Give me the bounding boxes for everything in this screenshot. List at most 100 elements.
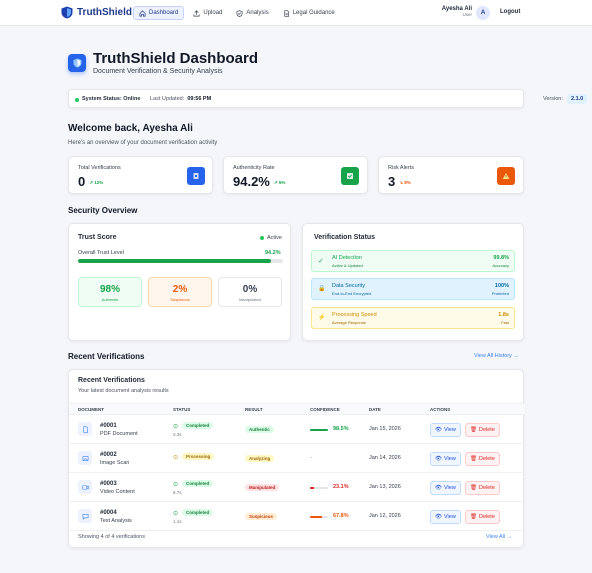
overall-trust-value: 94.2%	[265, 250, 281, 256]
delete-button[interactable]: 🗑 Delete	[465, 510, 500, 524]
lightning-icon: ⚡	[318, 315, 326, 321]
trust-progress-fill	[78, 259, 272, 263]
upload-icon	[193, 9, 200, 16]
document-icon	[284, 9, 289, 17]
text-analysis-icon	[78, 509, 92, 523]
table-row: #0001 PDF Document ⊙ Completed 3.3s Auth…	[69, 415, 525, 444]
status-badge: Processing	[182, 453, 215, 460]
stat-total-verifications: Total Verifications 0 ↗ 12%	[68, 156, 213, 194]
stat-authenticity-rate: Authenticity Rate 94.2% ↗ 5%	[223, 156, 368, 194]
status-online-icon	[75, 98, 79, 102]
shield-check-icon	[236, 9, 243, 17]
confidence-fill	[310, 429, 328, 431]
warning-icon	[497, 167, 515, 185]
recent-verifications-table-card: Recent Verifications Your latest documen…	[68, 369, 525, 548]
welcome-subtitle: Here's an overview of your document veri…	[68, 140, 218, 146]
table-row: #0003 Video Content ⊙ Completed 6.7s Man…	[69, 473, 525, 502]
avatar[interactable]: A	[476, 6, 490, 20]
confidence-bar	[310, 429, 328, 431]
result-badge: Authentic	[245, 426, 274, 433]
result-badge: Manipulated	[245, 484, 280, 491]
table-subtitle: Your latest document analysis results	[78, 388, 169, 394]
eye-icon: 👁	[435, 427, 442, 433]
authentic-stat: 98% Authentic	[78, 277, 142, 307]
version-badge: 2.1.0	[567, 94, 588, 104]
trust-score-card: Trust Score Active Overall Trust Level 9…	[68, 223, 291, 341]
brand-name: TruthShield	[77, 7, 132, 18]
eye-icon: 👁	[435, 456, 442, 462]
nav-upload[interactable]: Upload	[188, 6, 227, 20]
table-header: DOCUMENT STATUS RESULT CONFIDENCE DATE A…	[69, 403, 525, 415]
view-button[interactable]: 👁 View	[430, 423, 461, 437]
trust-score-title: Trust Score	[78, 234, 117, 241]
home-icon	[139, 9, 146, 16]
processing-speed-row: ⚡ Processing Speed Average Response 1.8s…	[311, 307, 515, 329]
pdf-document-icon	[78, 422, 92, 436]
lock-icon: 🔒	[318, 286, 326, 292]
view-all-link[interactable]: View All →	[486, 534, 512, 540]
eye-icon: 👁	[435, 485, 442, 491]
trust-progress-bar	[78, 259, 283, 263]
page-subtitle: Document Verification & Security Analysi…	[93, 68, 223, 75]
version-label: Version:	[543, 96, 563, 102]
shield-icon	[68, 54, 86, 72]
image-scan-icon	[78, 451, 92, 465]
active-dot-icon	[260, 236, 264, 240]
recent-verifications-title: Recent Verifications	[68, 352, 145, 361]
result-badge: Suspicious	[245, 513, 278, 520]
data-security-row: 🔒 Data Security End-to-End Encrypted 100…	[311, 278, 515, 300]
status-badge: Completed	[182, 509, 214, 516]
check-icon: ✓	[318, 258, 324, 265]
user-info: Ayesha Ali User	[428, 6, 472, 17]
nav-dashboard[interactable]: Dashboard	[133, 6, 185, 20]
completed-icon: ⊙	[173, 482, 179, 488]
overall-trust-label: Overall Trust Level	[78, 250, 124, 256]
view-button[interactable]: 👁 View	[430, 481, 461, 495]
active-badge: Active	[260, 235, 282, 241]
shield-logo-icon	[61, 6, 73, 19]
trash-icon: 🗑	[470, 514, 477, 520]
last-updated: Last Updated: 09:56 PM	[150, 96, 212, 102]
welcome-title: Welcome back, Ayesha Ali	[68, 123, 193, 134]
table-footer-count: Showing 4 of 4 verifications	[78, 534, 145, 540]
view-button[interactable]: 👁 View	[430, 510, 461, 524]
confidence-fill	[310, 487, 315, 489]
manipulated-stat: 0% Manipulated	[218, 277, 282, 307]
delete-button[interactable]: 🗑 Delete	[465, 452, 500, 466]
status-badge: Completed	[182, 422, 214, 429]
table-row: #0002 Image Scan ⊙ Processing Analyzing …	[69, 444, 525, 473]
table-row: #0004 Text Analysis ⊙ Completed 1.1s Sus…	[69, 502, 525, 531]
system-status-bar: System Status: Online Last Updated: 09:5…	[68, 89, 588, 108]
video-content-icon	[78, 480, 92, 494]
status-badge: Completed	[182, 480, 214, 487]
confidence-fill	[310, 516, 323, 518]
confidence-bar	[310, 516, 328, 518]
ai-detection-row: ✓ AI Detection Active & Updated 99.8% Ac…	[311, 250, 515, 272]
logout-button[interactable]: Logout	[500, 9, 520, 15]
security-overview-title: Security Overview	[68, 206, 138, 215]
top-nav: TruthShield Dashboard Upload Analysis Le…	[0, 0, 592, 26]
file-icon	[187, 167, 205, 185]
user-role: User	[462, 12, 472, 17]
view-all-history-link[interactable]: View All History →	[474, 353, 519, 359]
page-title: TruthShield Dashboard	[93, 50, 259, 67]
trash-icon: 🗑	[470, 456, 477, 462]
completed-icon: ⊙	[173, 511, 179, 517]
system-status: System Status: Online	[82, 96, 141, 102]
completed-icon: ⊙	[173, 424, 179, 430]
nav-analysis[interactable]: Analysis	[231, 6, 273, 20]
delete-button[interactable]: 🗑 Delete	[465, 481, 500, 495]
suspicious-stat: 2% Suspicious	[148, 277, 212, 307]
verification-status-title: Verification Status	[314, 234, 376, 241]
table-title: Recent Verifications	[78, 377, 145, 384]
nav-legal-guidance[interactable]: Legal Guidance	[278, 6, 340, 20]
delete-button[interactable]: 🗑 Delete	[465, 423, 500, 437]
stat-risk-alerts: Risk Alerts 3 ↘ 8%	[378, 156, 524, 194]
verification-status-card: Verification Status ✓ AI Detection Activ…	[302, 223, 524, 341]
view-button[interactable]: 👁 View	[430, 452, 461, 466]
result-badge: Analyzing	[245, 455, 275, 462]
brand[interactable]: TruthShield	[61, 6, 132, 19]
check-icon	[341, 167, 359, 185]
eye-icon: 👁	[435, 514, 442, 520]
processing-icon: ⊙	[173, 455, 179, 461]
